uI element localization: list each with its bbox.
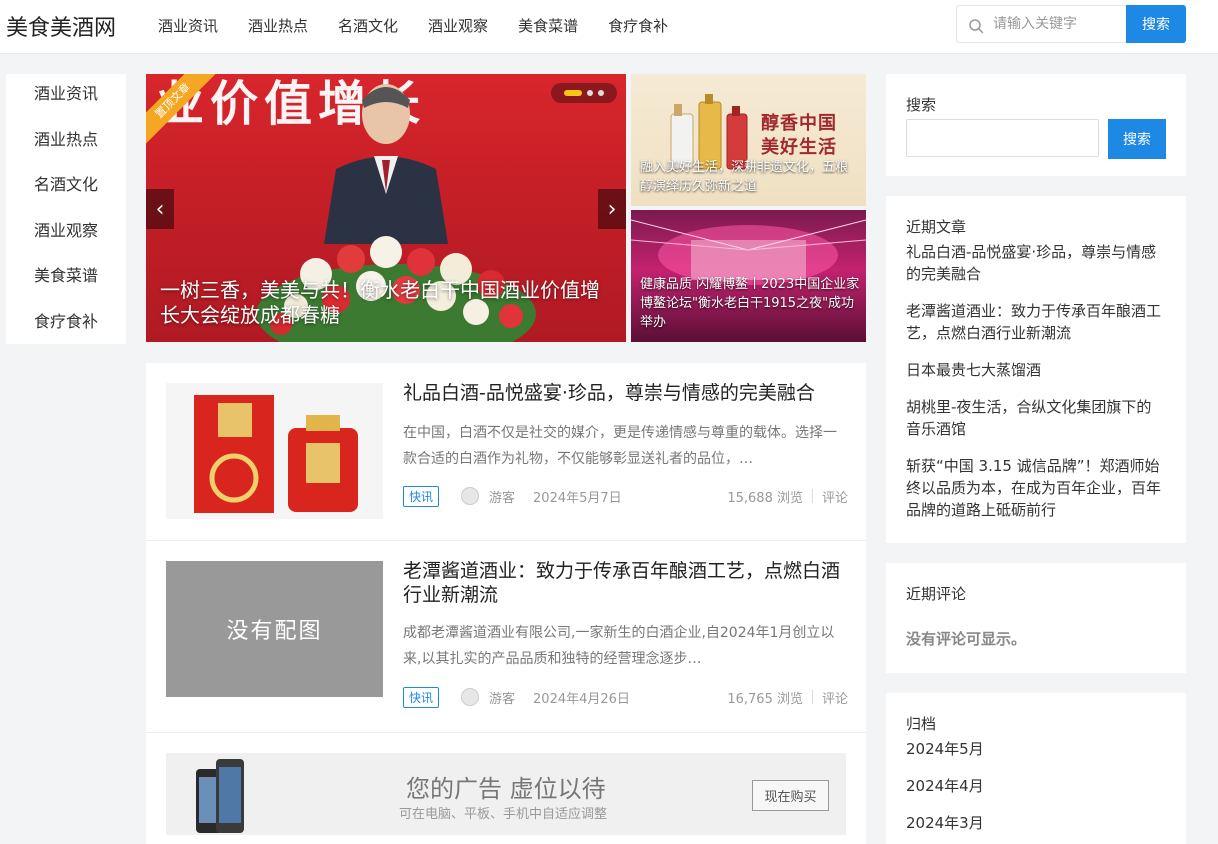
no-comments-text: 没有评论可显示。 (906, 630, 1027, 648)
article-item: 礼品白酒-品悦盛宴·珍品，尊崇与情感的完美融合 在中国，白酒不仅是社交的媒介，更… (146, 363, 866, 541)
nav-item-jiuye-zixun[interactable]: 酒业资讯 (158, 15, 218, 36)
ad-banner[interactable]: 您的广告 虚位以待 可在电脑、平板、手机中自适应调整 现在购买 (166, 753, 846, 835)
article-title[interactable]: 老潭酱道酒业：致力于传承百年酿酒工艺，点燃白酒行业新潮流 (403, 559, 848, 607)
nav-item-jiuye-guancha[interactable]: 酒业观察 (428, 15, 488, 36)
author-avatar (461, 688, 480, 706)
phone-devices-image (196, 759, 244, 833)
article-list: 礼品白酒-品悦盛宴·珍品，尊崇与情感的完美融合 在中国，白酒不仅是社交的媒介，更… (146, 363, 866, 844)
nav-item-meishi-caipu[interactable]: 美食菜谱 (518, 15, 578, 36)
article-title[interactable]: 礼品白酒-品悦盛宴·珍品，尊崇与情感的完美融合 (403, 381, 848, 405)
nav-item-shiliao-shibu[interactable]: 食疗食补 (608, 15, 668, 36)
side-card-2-caption[interactable]: 健康品质 闪耀博鳌丨2023中国企业家博鳌论坛"衡水老白干1915之夜"成功举办 (640, 275, 860, 332)
side-card-1-image-text: 醇香中国 美好生活 (761, 113, 837, 158)
article-comments-link[interactable]: 评论 (822, 688, 848, 707)
slider-caption[interactable]: 一树三香，美美与共！衡水老白干中国酒业价值增长大会绽放成都春糖 (160, 278, 610, 328)
left-nav-jiuye-zixun[interactable]: 酒业资讯 (6, 74, 126, 120)
ad-buy-button[interactable]: 现在购买 (752, 780, 829, 811)
search-icon (969, 19, 984, 34)
header-search: 搜索 (956, 5, 1186, 43)
featured-slider[interactable]: 业价值增长 置顶文章 ‹ › 一树三香，美美与共！衡水老白干中国酒业价值增长大会… (146, 74, 626, 342)
article-views: 15,688 浏览 (727, 490, 803, 506)
side-card-1-caption[interactable]: 融入美好生活，深耕非遗文化，五粮醇演绎历久弥新之道 (640, 158, 860, 196)
article-excerpt: 在中国，白酒不仅是社交的媒介，更是传递情感与尊重的载体。选择一款合适的白酒作为礼… (403, 425, 837, 467)
article-comments-link[interactable]: 评论 (822, 487, 848, 506)
sidebar-search-title: 搜索 (906, 96, 937, 114)
slider-dot-2[interactable] (587, 90, 593, 96)
site-logo[interactable]: 美食美酒网 (6, 10, 116, 42)
article-item: 没有配图 老潭酱道酒业：致力于传承百年酿酒工艺，点燃白酒行业新潮流 成都老潭酱道… (146, 541, 866, 733)
meta-divider (811, 489, 813, 503)
header-search-button[interactable]: 搜索 (1126, 5, 1186, 43)
left-nav-shiliao-shibu[interactable]: 食疗食补 (6, 302, 126, 348)
archive-title: 归档 (906, 715, 937, 733)
header-search-field (956, 5, 1126, 43)
side-featured-card-2[interactable]: 健康品质 闪耀博鳌丨2023中国企业家博鳌论坛"衡水老白干1915之夜"成功举办 (631, 210, 866, 342)
site-header: 美食美酒网 酒业资讯 酒业热点 名酒文化 酒业观察 美食菜谱 食疗食补 搜索 (0, 0, 1218, 54)
recent-post-link[interactable]: 日本最贵七大蒸馏酒 (906, 359, 1166, 381)
recent-post-link[interactable]: 礼品白酒-品悦盛宴·珍品，尊崇与情感的完美融合 (906, 241, 1166, 285)
slider-dot-1[interactable] (564, 90, 582, 96)
recent-comments-widget: 近期评论 没有评论可显示。 (886, 563, 1186, 673)
article-thumbnail[interactable] (166, 383, 383, 519)
article-views: 16,765 浏览 (727, 691, 803, 707)
gift-liquor-box-image (194, 395, 358, 513)
ad-headline: 您的广告 虚位以待 (406, 775, 606, 803)
article-thumbnail-placeholder[interactable]: 没有配图 (166, 561, 383, 697)
article-tag[interactable]: 快讯 (403, 686, 440, 708)
recent-posts-widget: 近期文章 礼品白酒-品悦盛宴·珍品，尊崇与情感的完美融合 老潭酱道酒业：致力于传… (886, 196, 1186, 543)
nav-item-jiuye-redian[interactable]: 酒业热点 (248, 15, 308, 36)
pinned-ribbon-label: 置顶文章 (146, 74, 216, 144)
left-nav-jiuye-guancha[interactable]: 酒业观察 (6, 211, 126, 257)
archive-link[interactable]: 2024年3月 (906, 812, 1166, 834)
article-meta: 快讯 游客 2024年5月7日 15,688 浏览 评论 (403, 485, 848, 507)
article-date: 2024年5月7日 (533, 490, 622, 506)
article-author[interactable]: 游客 (489, 487, 515, 506)
left-nav-jiuye-redian[interactable]: 酒业热点 (6, 120, 126, 166)
article-excerpt: 成都老潭酱道酒业有限公司,一家新生的白酒企业,自2024年1月创立以来,以其扎实… (403, 625, 835, 667)
recent-posts-title: 近期文章 (906, 218, 967, 236)
archive-widget: 归档 2024年5月 2024年4月 2024年3月 (886, 693, 1186, 844)
article-meta: 快讯 游客 2024年4月26日 16,765 浏览 评论 (403, 686, 848, 708)
slider-next-arrow[interactable]: › (598, 189, 626, 229)
meta-divider (811, 690, 813, 704)
author-avatar (461, 487, 480, 505)
slider-pagination (551, 83, 617, 103)
article-date: 2024年4月26日 (533, 691, 630, 707)
side-featured-card-1[interactable]: 醇香中国 美好生活 融入美好生活，深耕非遗文化，五粮醇演绎历久弥新之道 (631, 74, 866, 206)
recent-comments-title: 近期评论 (906, 585, 967, 603)
slider-dot-3[interactable] (598, 90, 604, 96)
sidebar-search-button[interactable]: 搜索 (1108, 119, 1166, 159)
left-category-nav: 酒业资讯 酒业热点 名酒文化 酒业观察 美食菜谱 食疗食补 (6, 74, 126, 344)
recent-post-link[interactable]: 老潭酱道酒业：致力于传承百年酿酒工艺，点燃白酒行业新潮流 (906, 300, 1166, 344)
sidebar-search-row: 搜索 (906, 119, 1166, 159)
archive-link[interactable]: 2024年4月 (906, 775, 1166, 797)
pinned-ribbon: 置顶文章 (146, 74, 216, 144)
article-tag[interactable]: 快讯 (403, 485, 440, 507)
main-nav: 酒业资讯 酒业热点 名酒文化 酒业观察 美食菜谱 食疗食补 (158, 15, 698, 36)
article-author[interactable]: 游客 (489, 688, 515, 707)
left-nav-meishi-caipu[interactable]: 美食菜谱 (6, 256, 126, 302)
slider-prev-arrow[interactable]: ‹ (146, 189, 174, 229)
ad-subtext: 可在电脑、平板、手机中自适应调整 (399, 807, 608, 822)
sidebar-search-widget: 搜索 搜索 (886, 74, 1186, 176)
sidebar-search-input[interactable] (906, 119, 1099, 157)
recent-post-link[interactable]: 斩获“中国 3.15 诚信品牌”！郑酒师始终以品质为本，在成为百年企业，百年品牌… (906, 455, 1166, 521)
speaker-photo (324, 84, 448, 244)
left-nav-mingjiu-wenhua[interactable]: 名酒文化 (6, 165, 126, 211)
archive-link[interactable]: 2024年5月 (906, 738, 1166, 760)
nav-item-mingjiu-wenhua[interactable]: 名酒文化 (338, 15, 398, 36)
recent-post-link[interactable]: 胡桃里-夜生活，合纵文化集团旗下的音乐酒馆 (906, 396, 1166, 440)
